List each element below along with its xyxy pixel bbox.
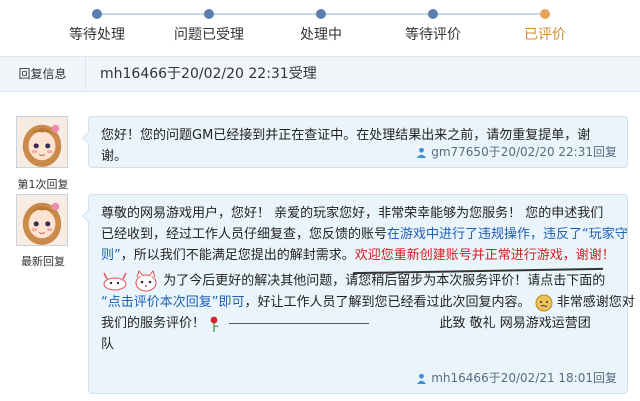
rose-icon	[210, 316, 219, 332]
reply-count-label: 最新回复	[21, 255, 65, 268]
player-rules-text: “玩家守	[582, 227, 628, 242]
reply-line-2: 已经收到，经过工作人员仔细复查，您反馈的账号在游戏中进行了违规操作，违反了“玩家…	[101, 224, 628, 245]
reply-info-bar: 回复信息 mh16466于20/02/20 22:31受理	[0, 56, 640, 92]
progress-dot-1	[92, 9, 102, 19]
reply-bubble-2: 尊敬的网易游戏用户，您好！ 亲爱的玩家您好，非常荣幸能够为您服务！ 您的申述我们…	[82, 194, 635, 394]
progress-dot-5	[540, 9, 550, 19]
step-waiting: 等待处理	[69, 27, 125, 43]
user-icon	[417, 147, 427, 158]
girl-avatar-icon	[17, 195, 67, 245]
reply-line-6-a: 我们的服务评价！	[101, 316, 206, 331]
click-rate-link[interactable]: “点击评价本次回复”即可	[101, 295, 244, 310]
step-accepted: 问题已受理	[174, 27, 244, 43]
accepted-meta: mh16466于20/02/20 22:31受理	[100, 66, 317, 82]
bunny-emoji-icon	[103, 272, 127, 291]
reply-line-6: 我们的服务评价！ 此致 敬礼 网易游戏运营团	[101, 313, 615, 334]
reply-line-3-b: ，所以我们不能满足您提出的解封需求。	[120, 248, 355, 263]
reply-line-4-text: 为了今后更好的解决其他问题，请您稍后留步为本次服务评价！请点击下面的	[163, 273, 606, 289]
reply-line-5-c: 非常感谢您对	[556, 295, 635, 310]
reply-line-3: 则”，所以我们不能满足您提出的解封需求。欢迎您重新创建账号并正常进行游戏，谢谢！	[101, 245, 615, 266]
progress-dot-4	[428, 9, 438, 19]
reply-info-label: 回复信息	[0, 57, 86, 91]
reply-line-7: 队	[101, 337, 115, 352]
girl-avatar-icon	[17, 117, 67, 167]
player-rules-text-end: 则”	[101, 248, 121, 263]
step-awaiting-rating: 等待评价	[405, 27, 461, 43]
progress-dot-2	[204, 9, 214, 19]
reply-line-2-a: 已经收到，经过工作人员仔细复查，您反馈的账号	[101, 227, 388, 242]
avatar	[16, 116, 68, 168]
reply-bubble-1: 您好！您的问题GM已经接到并正在查证中。在处理结果出来之前，请勿重复提单，谢谢。…	[82, 116, 628, 168]
user-icon	[417, 373, 427, 384]
avatar	[16, 194, 68, 246]
step-rated: 已评价	[524, 27, 566, 43]
violation-text: 在游戏中进行了违规操作，违反了	[387, 227, 583, 242]
progress-steps: 等待处理 问题已受理 处理中 等待评价 已评价	[0, 0, 640, 48]
reply-line-6-b: 此致 敬礼 网易游戏运营团	[439, 316, 591, 331]
reply-line-5-b: ，好让工作人员了解到您已经看过此次回复内容。	[244, 295, 531, 310]
step-processing: 处理中	[300, 27, 342, 43]
cat-emoji-icon	[135, 270, 157, 292]
progress-dot-3	[316, 9, 326, 19]
reply-signature-text: gm77650于20/02/20 22:31回复	[431, 145, 617, 159]
reply-line-5: “点击评价本次回复”即可，好让工作人员了解到您已经看过此次回复内容。 非常感谢您…	[101, 292, 635, 313]
thinking-emoji-icon	[535, 294, 553, 311]
recreate-account-text: 欢迎您重新创建账号并正常进行游戏，谢谢！	[354, 248, 615, 263]
reply-line-1: 尊敬的网易游戏用户，您好！ 亲爱的玩家您好，非常荣幸能够为您服务！ 您的申述我们	[101, 206, 604, 221]
reply-signature-text: mh16466于20/02/21 18:01回复	[431, 371, 617, 385]
signature-blank-line	[229, 323, 370, 324]
reply-signature: gm77650于20/02/20 22:31回复	[416, 142, 617, 163]
reply-signature: mh16466于20/02/21 18:01回复	[416, 368, 617, 389]
reply-count-label: 第1次回复	[17, 178, 69, 191]
